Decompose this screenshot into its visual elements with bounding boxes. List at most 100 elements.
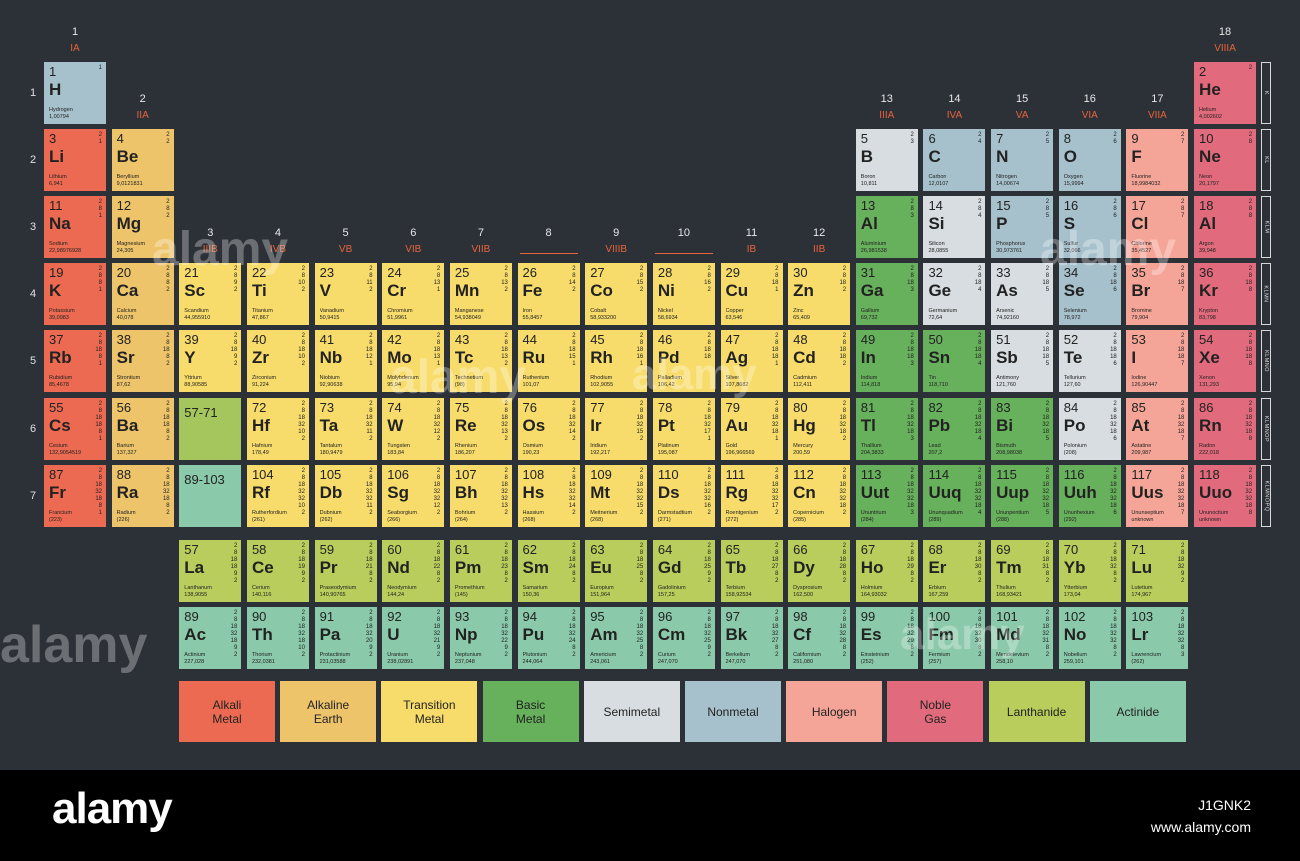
element-cell-bh[interactable]: 107 Bh 2 8 18 32 32 13 2 Bohrium (264) bbox=[449, 464, 512, 527]
element-cell-rg[interactable]: 111 Rg 2 8 18 32 32 17 2 Roentgenium (272) bbox=[720, 464, 783, 527]
element-cell-gd[interactable]: 64 Gd 2 8 18 25 9 2 Gadolinium 157,25 bbox=[652, 540, 715, 602]
element-cell-hf[interactable]: 72 Hf 2 8 18 32 10 2 Hafnium 178,49 bbox=[246, 397, 309, 460]
element-cell-uus[interactable]: 117 Uus 2 8 18 32 32 18 7 Ununseptium unknown bbox=[1126, 464, 1189, 527]
element-cell-co[interactable]: 27 Co 2 8 15 2 Cobalt 58,933200 bbox=[585, 263, 648, 326]
element-cell-ga[interactable]: 31 Ga 2 8 18 3 Gallium 69,732 bbox=[855, 263, 918, 326]
element-cell-ds[interactable]: 110 Ds 2 8 18 32 32 16 2 Darmstadtium (271) bbox=[652, 464, 715, 527]
element-cell-am[interactable]: 95 Am 2 8 18 32 25 8 2 Americium 243,061 bbox=[585, 607, 648, 669]
element-cell-fe[interactable]: 26 Fe 2 8 14 2 Iron 55,8457 bbox=[517, 263, 580, 326]
element-cell-ra[interactable]: 88 Ra 2 8 18 32 18 8 2 Radium (226) bbox=[111, 464, 174, 527]
element-cell-xe[interactable]: 54 Xe 2 8 18 18 8 Xenon 131,293 bbox=[1194, 330, 1257, 393]
element-cell-ca[interactable]: 20 Ca 2 8 8 2 Calcium 40,078 bbox=[111, 263, 174, 326]
element-cell-pd[interactable]: 46 Pd 2 8 18 18 Palladium 106,42 bbox=[652, 330, 715, 393]
element-cell-o[interactable]: 8 O 2 6 Oxygen 15,9994 bbox=[1058, 129, 1121, 192]
element-cell-li[interactable]: 3 Li 2 1 Lithium 6,941 bbox=[44, 129, 106, 192]
element-cell-k[interactable]: 19 K 2 8 8 1 Potassium 39,0983 bbox=[44, 263, 106, 326]
element-cell-mo[interactable]: 42 Mo 2 8 18 13 1 Molybdenum 95,94 bbox=[382, 330, 445, 393]
element-cell-sg[interactable]: 106 Sg 2 8 18 32 32 12 2 Seaborgium (266) bbox=[382, 464, 445, 527]
element-cell-f[interactable]: 9 F 2 7 Fluorine 18,9984032 bbox=[1126, 129, 1189, 192]
element-cell-cl[interactable]: 17 Cl 2 8 7 Chlorine 35,4527 bbox=[1126, 196, 1189, 259]
element-cell-nd[interactable]: 60 Nd 2 8 18 22 8 2 Neodymium 144,24 bbox=[382, 540, 445, 602]
element-cell-np[interactable]: 93 Np 2 8 18 32 22 9 2 Neptunium 237,048 bbox=[449, 607, 512, 669]
element-cell-lr[interactable]: 103 Lr 2 8 18 32 32 8 3 Lawrencium (262) bbox=[1126, 607, 1189, 669]
element-cell-la[interactable]: 57 La 2 8 18 18 9 2 Lanthanum 138,9055 bbox=[179, 540, 242, 602]
element-cell-uup[interactable]: 115 Uup 2 8 18 32 32 18 5 Ununpentium (288) bbox=[991, 464, 1054, 527]
element-cell-zn[interactable]: 30 Zn 2 8 18 2 Zinc 65,409 bbox=[788, 263, 851, 326]
element-cell-sm[interactable]: 62 Sm 2 8 18 24 8 2 Samarium 150,36 bbox=[517, 540, 580, 602]
element-cell-i[interactable]: 53 I 2 8 18 18 7 Iodine 126,90447 bbox=[1126, 330, 1189, 393]
element-cell-uuo[interactable]: 118 Uuo 2 8 18 32 32 18 8 Ununoctium unknown bbox=[1194, 464, 1257, 527]
element-cell-b[interactable]: 5 B 2 3 Boron 10,811 bbox=[855, 129, 918, 192]
element-cell-as[interactable]: 33 As 2 8 18 5 Arsenic 74,92160 bbox=[991, 263, 1054, 326]
element-cell-es[interactable]: 99 Es 2 8 18 32 29 8 2 Einsteinium (252) bbox=[855, 607, 918, 669]
element-cell-tb[interactable]: 65 Tb 2 8 18 27 8 2 Terbium 158,92534 bbox=[720, 540, 783, 602]
element-cell-mg[interactable]: 12 Mg 2 8 2 Magnesium 24,305 bbox=[111, 196, 174, 259]
element-cell-ag[interactable]: 47 Ag 2 8 18 18 1 Silver 107,8682 bbox=[720, 330, 783, 393]
element-cell-lu[interactable]: 71 Lu 2 8 18 32 9 2 Lutetium 174,967 bbox=[1126, 540, 1189, 602]
element-cell-c[interactable]: 6 C 2 4 Carbon 12,0107 bbox=[923, 129, 986, 192]
element-cell-db[interactable]: 105 Db 2 8 18 32 32 11 2 Dubnium (262) bbox=[314, 464, 377, 527]
element-cell-h[interactable]: 1 H 1 Hydrogen 1,00794 bbox=[44, 62, 106, 124]
placeholder-89-103[interactable]: 89-103 bbox=[179, 464, 242, 527]
element-cell-al[interactable]: 18 Al 2 8 8 Argon 39,948 bbox=[1194, 196, 1257, 259]
element-cell-cs[interactable]: 55 Cs 2 8 18 18 8 1 Cesium 132,9054519 bbox=[44, 397, 106, 460]
element-cell-pt[interactable]: 78 Pt 2 8 18 32 17 1 Platinum 195,087 bbox=[652, 397, 715, 460]
element-cell-rn[interactable]: 86 Rn 2 8 18 32 18 8 Radon 222,018 bbox=[1194, 397, 1257, 460]
element-cell-ta[interactable]: 73 Ta 2 8 18 32 11 2 Tantalum 180,9479 bbox=[314, 397, 377, 460]
element-cell-hs[interactable]: 108 Hs 2 8 18 32 32 14 2 Hassium (268) bbox=[517, 464, 580, 527]
element-cell-hg[interactable]: 80 Hg 2 8 18 32 18 2 Mercury 200,59 bbox=[788, 397, 851, 460]
element-cell-ba[interactable]: 56 Ba 2 8 18 18 8 2 Barium 137,327 bbox=[111, 397, 174, 460]
element-cell-kr[interactable]: 36 Kr 2 8 18 8 Krypton 83,798 bbox=[1194, 263, 1257, 326]
element-cell-se[interactable]: 34 Se 2 8 18 6 Selenium 78,972 bbox=[1058, 263, 1121, 326]
element-cell-rf[interactable]: 104 Rf 2 8 18 32 32 10 2 Rutherfordium (261) bbox=[246, 464, 309, 527]
element-cell-th[interactable]: 90 Th 2 8 18 32 18 10 2 Thorium 232,0381 bbox=[246, 607, 309, 669]
element-cell-sr[interactable]: 38 Sr 2 8 18 8 2 Strontium 87,62 bbox=[111, 330, 174, 393]
element-cell-he[interactable]: 2 He 2 Helium 4,002602 bbox=[1194, 62, 1257, 124]
element-cell-ho[interactable]: 67 Ho 2 8 18 29 8 2 Holmium 164,93032 bbox=[855, 540, 918, 602]
element-cell-v[interactable]: 23 V 2 8 11 2 Vanadium 50,9415 bbox=[314, 263, 377, 326]
element-cell-fm[interactable]: 100 Fm 2 8 18 32 30 8 2 Fermium (257) bbox=[923, 607, 986, 669]
element-cell-ne[interactable]: 10 Ne 2 8 Neon 20,1797 bbox=[1194, 129, 1257, 192]
element-cell-rb[interactable]: 37 Rb 2 8 18 8 1 Rubidium 85,4678 bbox=[44, 330, 106, 393]
element-cell-er[interactable]: 68 Er 2 8 18 30 8 2 Erbium 167,259 bbox=[923, 540, 986, 602]
element-cell-mt[interactable]: 109 Mt 2 8 18 32 32 15 2 Meitnerium (268) bbox=[585, 464, 648, 527]
element-cell-mn[interactable]: 25 Mn 2 8 13 2 Manganese 54,938049 bbox=[449, 263, 512, 326]
element-cell-br[interactable]: 35 Br 2 8 18 7 Bromine 79,904 bbox=[1126, 263, 1189, 326]
element-cell-p[interactable]: 15 P 2 8 5 Phosphorus 30,973761 bbox=[991, 196, 1054, 259]
element-cell-tl[interactable]: 81 Tl 2 8 18 32 18 3 Thallium 204,3833 bbox=[855, 397, 918, 460]
element-cell-bk[interactable]: 97 Bk 2 8 18 32 27 8 2 Berkelium 247,070 bbox=[720, 607, 783, 669]
element-cell-cd[interactable]: 48 Cd 2 8 18 18 2 Cadmium 112,411 bbox=[788, 330, 851, 393]
element-cell-ti[interactable]: 22 Ti 2 8 10 2 Titanium 47,867 bbox=[246, 263, 309, 326]
element-cell-al[interactable]: 13 Al 2 8 3 Aluminium 26,981538 bbox=[855, 196, 918, 259]
element-cell-tc[interactable]: 43 Tc 2 8 18 13 2 Technetium (98) bbox=[449, 330, 512, 393]
element-cell-y[interactable]: 39 Y 2 8 18 9 2 Yttrium 88,90585 bbox=[179, 330, 242, 393]
element-cell-md[interactable]: 101 Md 2 8 18 32 31 8 2 Mendelevium 258,10 bbox=[991, 607, 1054, 669]
placeholder-57-71[interactable]: 57-71 bbox=[179, 397, 242, 460]
element-cell-no[interactable]: 102 No 2 8 18 32 32 8 2 Nobelium 259,101 bbox=[1058, 607, 1121, 669]
element-cell-cu[interactable]: 29 Cu 2 8 18 1 Copper 63,546 bbox=[720, 263, 783, 326]
element-cell-pb[interactable]: 82 Pb 2 8 18 32 18 4 Lead 207,2 bbox=[923, 397, 986, 460]
element-cell-ce[interactable]: 58 Ce 2 8 18 19 9 2 Cerium 140,116 bbox=[246, 540, 309, 602]
element-cell-rh[interactable]: 45 Rh 2 8 18 16 1 Rhodium 102,9055 bbox=[585, 330, 648, 393]
element-cell-au[interactable]: 79 Au 2 8 18 32 18 1 Gold 196,966569 bbox=[720, 397, 783, 460]
element-cell-ir[interactable]: 77 Ir 2 8 18 32 15 2 Iridium 192,217 bbox=[585, 397, 648, 460]
element-cell-pa[interactable]: 91 Pa 2 8 18 32 20 9 2 Protactinium 231,03588 bbox=[314, 607, 377, 669]
element-cell-w[interactable]: 74 W 2 8 18 32 12 2 Tungsten 183,84 bbox=[382, 397, 445, 460]
element-cell-fr[interactable]: 87 Fr 2 8 18 32 18 8 1 Francium (223) bbox=[44, 464, 106, 527]
element-cell-in[interactable]: 49 In 2 8 18 18 3 Indium 114,818 bbox=[855, 330, 918, 393]
element-cell-pr[interactable]: 59 Pr 2 8 18 21 8 2 Praseodymium 140,90765 bbox=[314, 540, 377, 602]
element-cell-re[interactable]: 75 Re 2 8 18 32 13 2 Rhenium 186,207 bbox=[449, 397, 512, 460]
element-cell-uuh[interactable]: 116 Uuh 2 8 18 32 32 18 6 Ununhexium (292) bbox=[1058, 464, 1121, 527]
element-cell-ge[interactable]: 32 Ge 2 8 18 4 Germanium 72,64 bbox=[923, 263, 986, 326]
element-cell-zr[interactable]: 40 Zr 2 8 18 10 2 Zirconium 91,224 bbox=[246, 330, 309, 393]
element-cell-u[interactable]: 92 U 2 8 18 32 21 9 2 Uranium 238,02891 bbox=[382, 607, 445, 669]
element-cell-os[interactable]: 76 Os 2 8 18 32 14 2 Osmium 190,23 bbox=[517, 397, 580, 460]
element-cell-s[interactable]: 16 S 2 8 6 Sulfur 32,066 bbox=[1058, 196, 1121, 259]
element-cell-at[interactable]: 85 At 2 8 18 32 18 7 Astatine 209,987 bbox=[1126, 397, 1189, 460]
element-cell-ac[interactable]: 89 Ac 2 8 18 32 18 9 2 Actinium 227,028 bbox=[179, 607, 242, 669]
element-cell-dy[interactable]: 66 Dy 2 8 18 28 8 2 Dysprosium 162,500 bbox=[788, 540, 851, 602]
element-cell-bi[interactable]: 83 Bi 2 8 18 32 18 5 Bismuth 208,98038 bbox=[991, 397, 1054, 460]
element-cell-cr[interactable]: 24 Cr 2 8 13 1 Chromium 51,9961 bbox=[382, 263, 445, 326]
element-cell-cf[interactable]: 98 Cf 2 8 18 32 28 8 2 Californium 251,080 bbox=[788, 607, 851, 669]
element-cell-eu[interactable]: 63 Eu 2 8 18 25 8 2 Europium 151,964 bbox=[585, 540, 648, 602]
